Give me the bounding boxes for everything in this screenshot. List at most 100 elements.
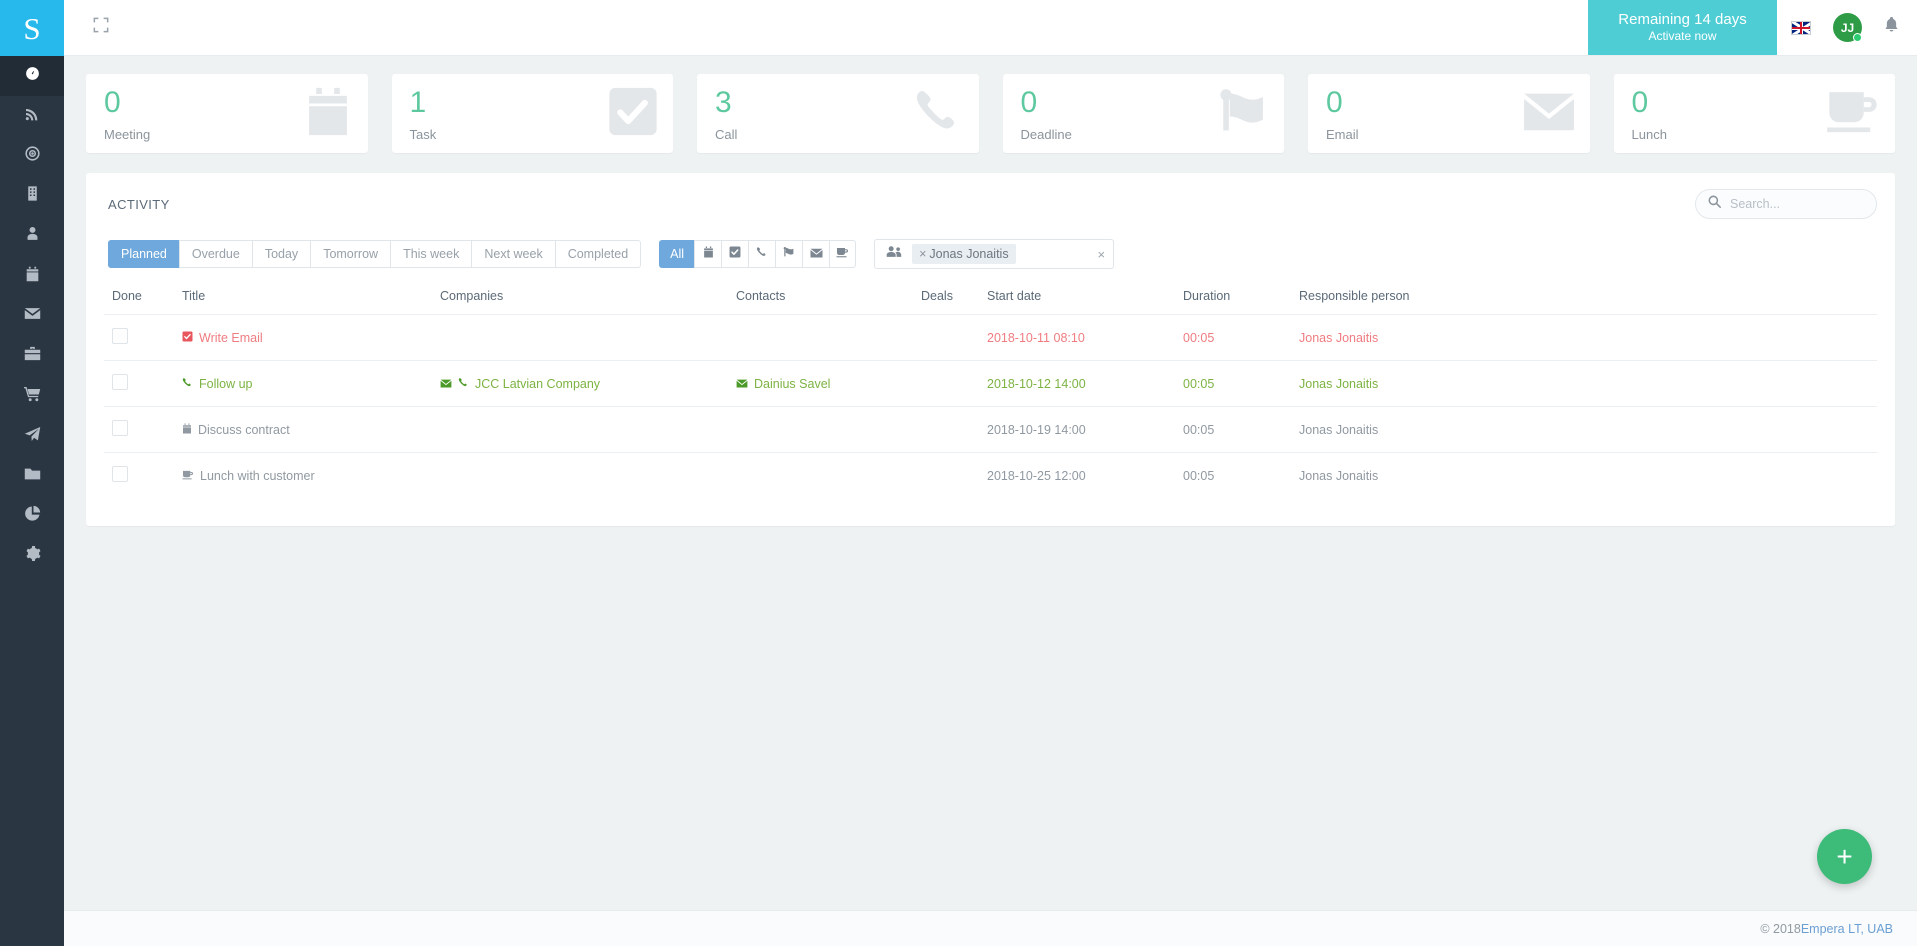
type-filter-deadline[interactable] bbox=[775, 240, 803, 268]
sidebar-item-deals[interactable] bbox=[0, 336, 64, 376]
folder-icon bbox=[24, 467, 41, 486]
users-icon bbox=[885, 245, 902, 263]
sidebar-item-targets[interactable] bbox=[0, 136, 64, 176]
sidebar-item-mail[interactable] bbox=[0, 296, 64, 336]
page-title: ACTIVITY bbox=[108, 196, 170, 212]
coffee-icon bbox=[182, 469, 194, 483]
bell-icon bbox=[1884, 17, 1899, 37]
envelope-icon[interactable] bbox=[440, 377, 452, 391]
cell-start-date: 2018-10-25 12:00 bbox=[987, 452, 1183, 498]
expand-button[interactable] bbox=[84, 11, 118, 45]
cell-companies bbox=[440, 314, 736, 361]
activity-title-link[interactable]: Lunch with customer bbox=[200, 469, 315, 483]
header-contacts[interactable]: Contacts bbox=[736, 289, 921, 315]
sidebar-item-calendar[interactable] bbox=[0, 256, 64, 296]
phone-icon bbox=[756, 245, 768, 263]
filter-tomorrow[interactable]: Tomorrow bbox=[310, 240, 391, 268]
add-activity-button[interactable]: + bbox=[1817, 829, 1872, 884]
header-title[interactable]: Title bbox=[182, 289, 440, 315]
trial-activate-link[interactable]: Activate now bbox=[1648, 29, 1716, 44]
cell-start-date: 2018-10-19 14:00 bbox=[987, 406, 1183, 453]
done-checkbox[interactable] bbox=[112, 466, 128, 482]
stat-cards: 0 Meeting 1 Task 3 Call 0 Deadline 0 Ema… bbox=[86, 74, 1895, 153]
trial-banner[interactable]: Remaining 14 days Activate now bbox=[1588, 0, 1777, 55]
table-row[interactable]: Write Email 2018-10-11 08:10 00:05 Jonas… bbox=[104, 314, 1877, 361]
envelope-icon bbox=[24, 307, 41, 325]
type-filter-email[interactable] bbox=[802, 240, 830, 268]
stat-card-meeting[interactable]: 0 Meeting bbox=[86, 74, 368, 153]
notifications-button[interactable] bbox=[1884, 17, 1899, 38]
stat-card-call[interactable]: 3 Call bbox=[697, 74, 979, 153]
app-logo[interactable]: S bbox=[0, 0, 64, 56]
en-gb-flag-icon[interactable] bbox=[1791, 20, 1811, 35]
activity-title-link[interactable]: Discuss contract bbox=[198, 423, 290, 437]
sidebar-item-contacts[interactable] bbox=[0, 216, 64, 256]
phone-icon bbox=[182, 377, 193, 391]
filter-completed[interactable]: Completed bbox=[554, 240, 642, 268]
header-done: Done bbox=[112, 289, 142, 303]
sidebar-item-campaigns[interactable] bbox=[0, 416, 64, 456]
company-link[interactable]: JCC Latvian Company bbox=[475, 377, 600, 391]
expand-icon bbox=[93, 17, 109, 38]
check-square-icon bbox=[729, 245, 741, 263]
sidebar-item-orders[interactable] bbox=[0, 376, 64, 416]
activity-title-link[interactable]: Follow up bbox=[199, 377, 253, 391]
header-start-date[interactable]: Start date bbox=[987, 289, 1183, 315]
person-tag-remove[interactable]: × bbox=[919, 247, 926, 261]
trial-title: Remaining 14 days bbox=[1618, 10, 1747, 28]
person-tag[interactable]: × Jonas Jonaitis bbox=[912, 244, 1016, 264]
header-deals[interactable]: Deals bbox=[921, 289, 987, 315]
rss-icon bbox=[24, 106, 40, 127]
cell-deals bbox=[921, 452, 987, 498]
filter-today[interactable]: Today bbox=[251, 240, 311, 268]
sidebar-item-reports[interactable] bbox=[0, 496, 64, 536]
online-status-dot bbox=[1853, 33, 1862, 42]
header-duration[interactable]: Duration bbox=[1183, 289, 1299, 315]
company-link[interactable]: Empera LT, UAB bbox=[1801, 922, 1893, 936]
activity-title-link[interactable]: Write Email bbox=[199, 331, 263, 345]
search-box[interactable] bbox=[1695, 189, 1877, 219]
search-input[interactable] bbox=[1730, 197, 1864, 211]
envelope-icon[interactable] bbox=[736, 377, 748, 391]
cell-deals bbox=[921, 406, 987, 453]
stat-card-task[interactable]: 1 Task bbox=[391, 74, 673, 153]
type-filter-all[interactable]: All bbox=[659, 240, 695, 268]
responsible-person-filter[interactable]: × Jonas Jonaitis × bbox=[874, 239, 1115, 269]
sidebar-item-feed[interactable] bbox=[0, 96, 64, 136]
cell-responsible: Jonas Jonaitis bbox=[1299, 314, 1877, 361]
type-filter-lunch[interactable] bbox=[829, 240, 857, 268]
filter-overdue[interactable]: Overdue bbox=[178, 240, 252, 268]
type-filter-call[interactable] bbox=[748, 240, 776, 268]
header-companies[interactable]: Companies bbox=[440, 289, 736, 315]
clear-person-filter[interactable]: × bbox=[1097, 247, 1105, 262]
header-responsible-person[interactable]: Responsible person bbox=[1299, 289, 1877, 315]
filter-this-week[interactable]: This week bbox=[390, 240, 472, 268]
stat-card-deadline[interactable]: 0 Deadline bbox=[1002, 74, 1284, 153]
done-checkbox[interactable] bbox=[112, 420, 128, 436]
stat-card-lunch[interactable]: 0 Lunch bbox=[1613, 74, 1895, 153]
main-area: Remaining 14 days Activate now JJ 0 Meet… bbox=[64, 0, 1917, 946]
filter-planned[interactable]: Planned bbox=[108, 240, 179, 268]
cart-icon bbox=[23, 386, 41, 407]
done-checkbox[interactable] bbox=[112, 328, 128, 344]
speedometer-icon bbox=[24, 65, 41, 87]
stat-card-email[interactable]: 0 Email bbox=[1308, 74, 1590, 153]
done-checkbox[interactable] bbox=[112, 374, 128, 390]
avatar[interactable]: JJ bbox=[1833, 13, 1862, 42]
content: 0 Meeting 1 Task 3 Call 0 Deadline 0 Ema… bbox=[64, 56, 1917, 910]
filter-next-week[interactable]: Next week bbox=[471, 240, 555, 268]
type-filter-task[interactable] bbox=[721, 240, 749, 268]
sidebar-item-dashboard[interactable] bbox=[0, 56, 64, 96]
sidebar-item-files[interactable] bbox=[0, 456, 64, 496]
type-filter-meeting[interactable] bbox=[694, 240, 722, 268]
calendar-icon bbox=[25, 266, 40, 287]
cell-responsible: Jonas Jonaitis bbox=[1299, 360, 1877, 407]
sidebar-item-settings[interactable] bbox=[0, 536, 64, 576]
sidebar-item-companies[interactable] bbox=[0, 176, 64, 216]
table-row[interactable]: Discuss contract 2018-10-19 14:00 00:05 … bbox=[104, 406, 1877, 453]
contact-link[interactable]: Dainius Savel bbox=[754, 377, 830, 391]
cell-responsible: Jonas Jonaitis bbox=[1299, 452, 1877, 498]
table-row[interactable]: Follow up JCC Latvian Company Dainius Sa… bbox=[104, 360, 1877, 407]
phone-icon[interactable] bbox=[458, 377, 469, 391]
table-row[interactable]: Lunch with customer 2018-10-25 12:00 00:… bbox=[104, 452, 1877, 498]
